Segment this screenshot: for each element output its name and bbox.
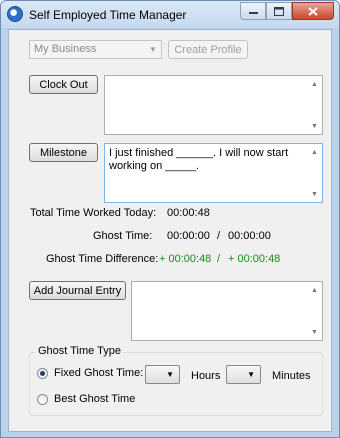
ghost-diff-value: + 00:00:48: [159, 253, 212, 265]
ghost-time-label: Ghost Time:: [93, 230, 153, 242]
journal-textarea[interactable]: ▲ ▼: [131, 281, 323, 341]
ghost-time-type-group: Ghost Time Type Fixed Ghost Time: ▼ Hour…: [29, 345, 323, 416]
caption-buttons: [240, 2, 334, 20]
chevron-down-icon: ▼: [247, 370, 255, 379]
window-title: Self Employed Time Manager: [29, 8, 187, 22]
hours-dropdown[interactable]: ▼: [145, 365, 180, 384]
milestone-scrollbar[interactable]: ▲ ▼: [307, 144, 322, 202]
close-button[interactable]: [292, 2, 334, 20]
milestone-button[interactable]: Milestone: [29, 143, 98, 162]
ghost-time-value: 00:00:00: [167, 230, 210, 242]
clock-out-button[interactable]: Clock Out: [29, 75, 98, 94]
minutes-dropdown[interactable]: ▼: [226, 365, 261, 384]
milestone-textarea[interactable]: I just finished ______. I will now start…: [104, 143, 323, 203]
hours-label: Hours: [191, 370, 221, 382]
title-bar[interactable]: Self Employed Time Manager: [1, 1, 339, 28]
add-journal-entry-button[interactable]: Add Journal Entry: [29, 281, 126, 300]
milestone-text: I just finished ______. I will now start…: [109, 147, 289, 172]
ghost-diff-separator: /: [217, 253, 221, 265]
add-journal-entry-label: Add Journal Entry: [33, 284, 122, 297]
fixed-ghost-time-radio[interactable]: [37, 368, 48, 379]
create-profile-button[interactable]: Create Profile: [168, 40, 248, 59]
create-profile-label: Create Profile: [174, 43, 242, 56]
scroll-up-icon[interactable]: ▲: [307, 78, 322, 90]
best-ghost-time-label[interactable]: Best Ghost Time: [54, 393, 135, 405]
milestone-label: Milestone: [39, 146, 88, 159]
ghost-time-separator: /: [217, 230, 221, 242]
app-window: Self Employed Time Manager My Business ▼…: [0, 0, 340, 438]
chevron-down-icon: ▼: [166, 370, 174, 379]
scroll-down-icon[interactable]: ▼: [307, 188, 322, 200]
ghost-diff-label: Ghost Time Difference:: [46, 253, 159, 265]
minutes-label: Minutes: [272, 370, 311, 382]
profile-select-value: My Business: [34, 43, 97, 55]
ghost-time-type-title: Ghost Time Type: [36, 345, 123, 357]
maximize-icon: [274, 6, 284, 16]
chevron-down-icon: ▼: [149, 45, 157, 54]
total-time-label: Total Time Worked Today:: [30, 207, 157, 219]
close-icon: [308, 6, 318, 16]
clock-out-label: Clock Out: [39, 78, 88, 91]
clock-notes-textarea[interactable]: ▲ ▼: [104, 75, 323, 135]
maximize-button[interactable]: [266, 2, 292, 20]
main-panel: My Business ▼ Create Profile Clock Out ▲…: [8, 29, 332, 432]
profile-select[interactable]: My Business ▼: [29, 40, 162, 59]
clock-notes-scrollbar[interactable]: ▲ ▼: [307, 76, 322, 134]
ghost-time-best-value: 00:00:00: [228, 230, 271, 242]
best-ghost-time-radio[interactable]: [37, 394, 48, 405]
fixed-ghost-time-label[interactable]: Fixed Ghost Time:: [54, 367, 143, 379]
scroll-up-icon[interactable]: ▲: [307, 146, 322, 158]
journal-scrollbar[interactable]: ▲ ▼: [307, 282, 322, 340]
radio-selected-dot: [40, 371, 45, 376]
clock-app-icon: [7, 6, 23, 22]
scroll-up-icon[interactable]: ▲: [307, 284, 322, 296]
scroll-down-icon[interactable]: ▼: [307, 120, 322, 132]
ghost-diff-best-value: + 00:00:48: [228, 253, 281, 265]
minimize-icon: [248, 12, 258, 14]
scroll-down-icon[interactable]: ▼: [307, 326, 322, 338]
minimize-button[interactable]: [240, 2, 266, 20]
total-time-value: 00:00:48: [167, 207, 210, 219]
